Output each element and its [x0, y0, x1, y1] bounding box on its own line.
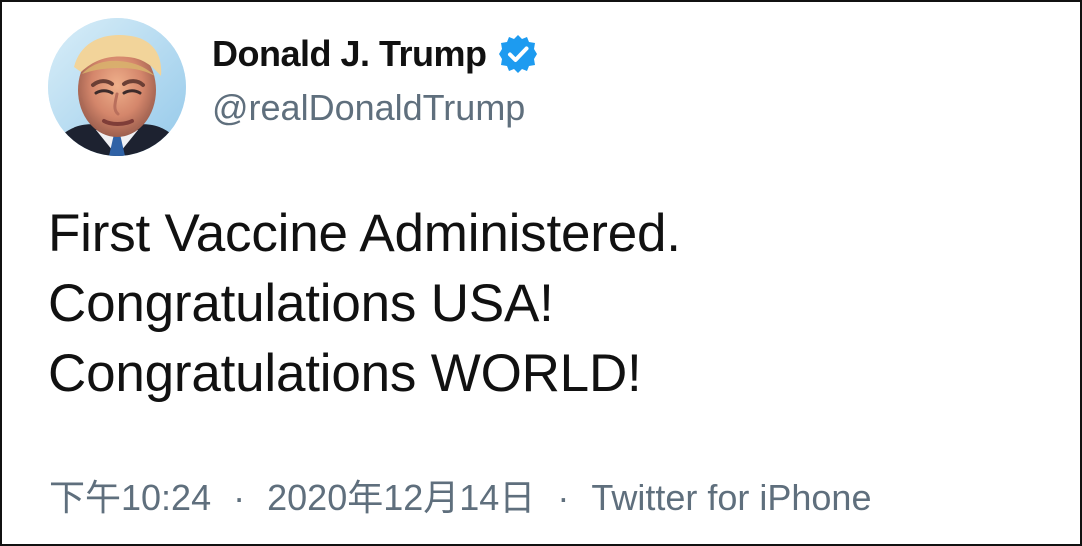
tweet-time[interactable]: 下午10:24 — [49, 477, 211, 518]
metadata-separator-1: · — [233, 477, 246, 518]
display-name[interactable]: Donald J. Trump — [212, 32, 487, 76]
tweet-date[interactable]: 2020年12月14日 — [267, 477, 535, 518]
tweet-card[interactable]: Donald J. Trump @realDonaldTrump First V… — [0, 0, 1082, 546]
tweet-source[interactable]: Twitter for iPhone — [591, 477, 871, 518]
tweet-line-3: Congratulations WORLD! — [48, 344, 642, 403]
author-block: Donald J. Trump @realDonaldTrump — [212, 32, 539, 128]
verified-badge-icon — [497, 33, 539, 75]
tweet-line-2: Congratulations USA! — [48, 274, 554, 333]
tweet-line-1: First Vaccine Administered. — [48, 204, 681, 263]
name-row: Donald J. Trump — [212, 32, 539, 76]
tweet-text: First Vaccine Administered. Congratulati… — [48, 199, 1028, 409]
avatar[interactable] — [48, 18, 186, 156]
user-handle[interactable]: @realDonaldTrump — [212, 86, 539, 130]
metadata-separator-2: · — [557, 477, 570, 518]
tweet-metadata: 下午10:24 · 2020年12月14日 · Twitter for iPho… — [49, 476, 871, 520]
